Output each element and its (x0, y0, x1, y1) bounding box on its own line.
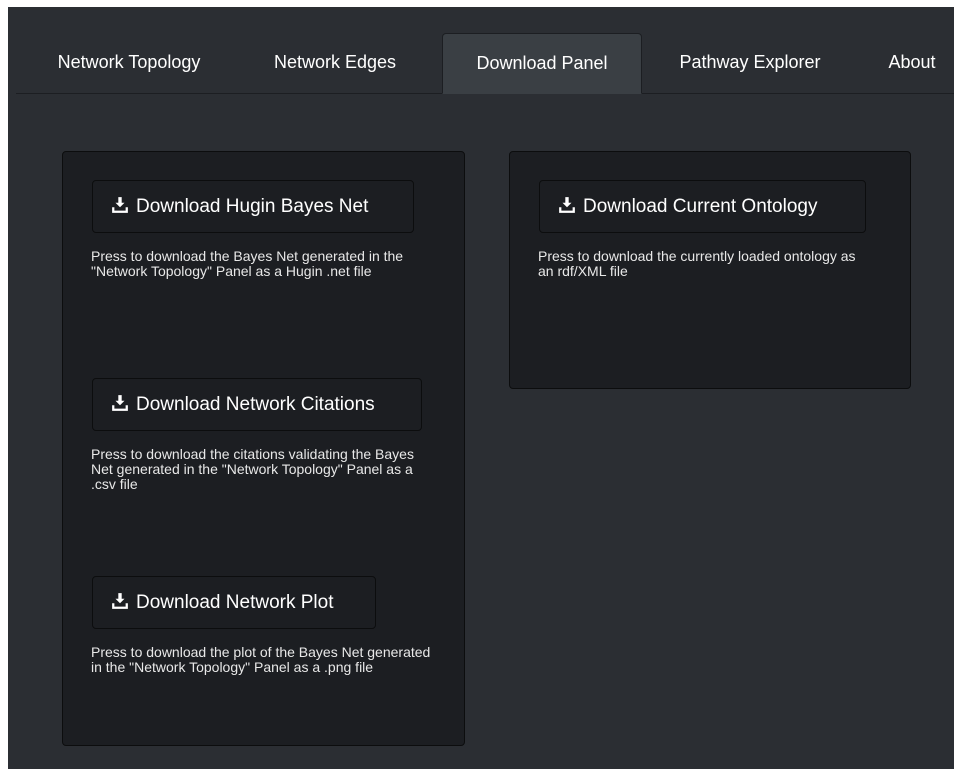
network-plot-description: Press to download the plot of the Bayes … (91, 644, 431, 675)
download-icon (112, 593, 128, 609)
download-icon (112, 197, 128, 213)
tab-pathway-explorer[interactable]: Pathway Explorer (650, 33, 850, 93)
button-label: Download Current Ontology (583, 196, 818, 217)
download-icon (112, 395, 128, 411)
button-label: Download Network Plot (136, 592, 334, 613)
ontology-downloads-panel: Download Current Ontology Press to downl… (509, 151, 911, 389)
app-window: Network Topology Network Edges Download … (8, 7, 954, 769)
tab-bar: Network Topology Network Edges Download … (16, 33, 954, 94)
tab-network-topology[interactable]: Network Topology (32, 33, 226, 93)
download-hugin-bayes-net-button[interactable]: Download Hugin Bayes Net (92, 180, 414, 233)
tab-download-panel[interactable]: Download Panel (442, 33, 642, 94)
download-current-ontology-button[interactable]: Download Current Ontology (539, 180, 866, 233)
button-label: Download Network Citations (136, 394, 375, 415)
download-icon (559, 197, 575, 213)
network-downloads-panel: Download Hugin Bayes Net Press to downlo… (62, 151, 465, 746)
download-network-citations-button[interactable]: Download Network Citations (92, 378, 422, 431)
hugin-bayes-net-description: Press to download the Bayes Net generate… (91, 248, 404, 279)
download-network-plot-button[interactable]: Download Network Plot (92, 576, 376, 629)
tab-about[interactable]: About (870, 33, 954, 93)
tab-network-edges[interactable]: Network Edges (254, 33, 416, 93)
network-citations-description: Press to download the citations validati… (91, 446, 414, 492)
current-ontology-description: Press to download the currently loaded o… (538, 248, 856, 279)
button-label: Download Hugin Bayes Net (136, 196, 369, 217)
